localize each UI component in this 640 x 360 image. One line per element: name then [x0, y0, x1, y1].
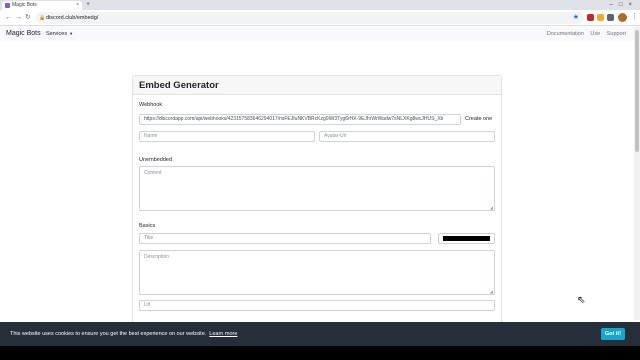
profile-avatar[interactable] [618, 13, 627, 22]
resize-grip-icon[interactable]: ◢ [490, 205, 493, 210]
description-placeholder: Description [144, 254, 170, 260]
basics-label: Basics [139, 223, 156, 229]
unembedded-label: Unembedded [139, 157, 173, 163]
cookie-banner: This website uses cookies to ensure you … [0, 322, 640, 346]
page-title: Embed Generator [139, 80, 219, 91]
close-tab-icon[interactable]: × [76, 1, 79, 10]
cookie-accept-button[interactable]: Got it! [601, 328, 625, 340]
browser-toolbar: ← → ↻ 🔒 discord.club/embedg/ ★ ⋮ [0, 10, 640, 26]
name-input[interactable]: Name [139, 131, 315, 142]
address-url: discord.club/embedg/ [46, 15, 99, 21]
learn-more-link[interactable]: Learn more [209, 331, 237, 337]
webhook-label: Webhook [139, 102, 163, 108]
url-input[interactable]: Url [139, 300, 495, 311]
caret-down-icon: ▼ [69, 31, 74, 36]
extension-icon[interactable] [587, 14, 594, 21]
description-textarea[interactable]: Description ◢ [139, 250, 495, 295]
site-favicon-icon [5, 3, 10, 8]
nav-link-support[interactable]: Support [607, 31, 626, 37]
embed-generator-card: Embed Generator Webhook https://discorda… [132, 75, 502, 325]
bookmark-star-icon[interactable]: ★ [573, 12, 579, 24]
nav-link-use[interactable]: Use [590, 31, 600, 37]
content-textarea[interactable]: Content ◢ [139, 166, 495, 211]
color-swatch [443, 236, 490, 241]
tab-title: Magic Bots [12, 2, 37, 8]
resize-grip-icon[interactable]: ◢ [490, 289, 493, 294]
reload-button[interactable]: ↻ [25, 13, 31, 23]
create-webhook-link[interactable]: Create one [465, 115, 492, 124]
address-bar[interactable]: 🔒 discord.club/embedg/ ★ [36, 12, 584, 24]
nav-links: Documentation Use Support [542, 30, 626, 38]
browser-menu-icon[interactable]: ⋮ [631, 12, 638, 22]
brand-link[interactable]: Magic Bots [6, 29, 41, 39]
scrollbar-thumb[interactable] [635, 30, 639, 152]
site-navbar: Magic Bots Services ▼ Documentation Use S… [0, 27, 634, 41]
nav-link-documentation[interactable]: Documentation [547, 31, 584, 37]
mouse-cursor-icon: ⇖ [577, 295, 586, 306]
cookie-message: This website uses cookies to ensure you … [10, 330, 237, 338]
new-tab-button[interactable]: + [86, 0, 90, 10]
forward-button[interactable]: → [15, 13, 22, 23]
color-picker[interactable] [438, 233, 495, 244]
card-header: Embed Generator [133, 76, 501, 95]
extension-icon[interactable] [597, 14, 604, 21]
browser-tab-bar: Magic Bots × + –□× [0, 0, 640, 10]
back-button[interactable]: ← [5, 13, 12, 23]
services-label: Services [46, 31, 68, 37]
avatar-url-input[interactable]: Avatar-Url [319, 131, 495, 142]
cookie-text: This website uses cookies to ensure you … [10, 331, 207, 337]
window-controls[interactable]: –□× [610, 0, 638, 10]
lock-icon: 🔒 [39, 15, 46, 21]
content-placeholder: Content [144, 170, 162, 176]
webhook-input[interactable]: https://discordapp.com/api/webhooks/4231… [139, 114, 461, 125]
browser-tab[interactable]: Magic Bots × [2, 1, 82, 10]
puzzle-icon[interactable] [607, 14, 614, 21]
title-input[interactable]: Title [139, 233, 431, 244]
services-dropdown[interactable]: Services ▼ [46, 30, 73, 38]
os-taskbar [0, 346, 640, 360]
